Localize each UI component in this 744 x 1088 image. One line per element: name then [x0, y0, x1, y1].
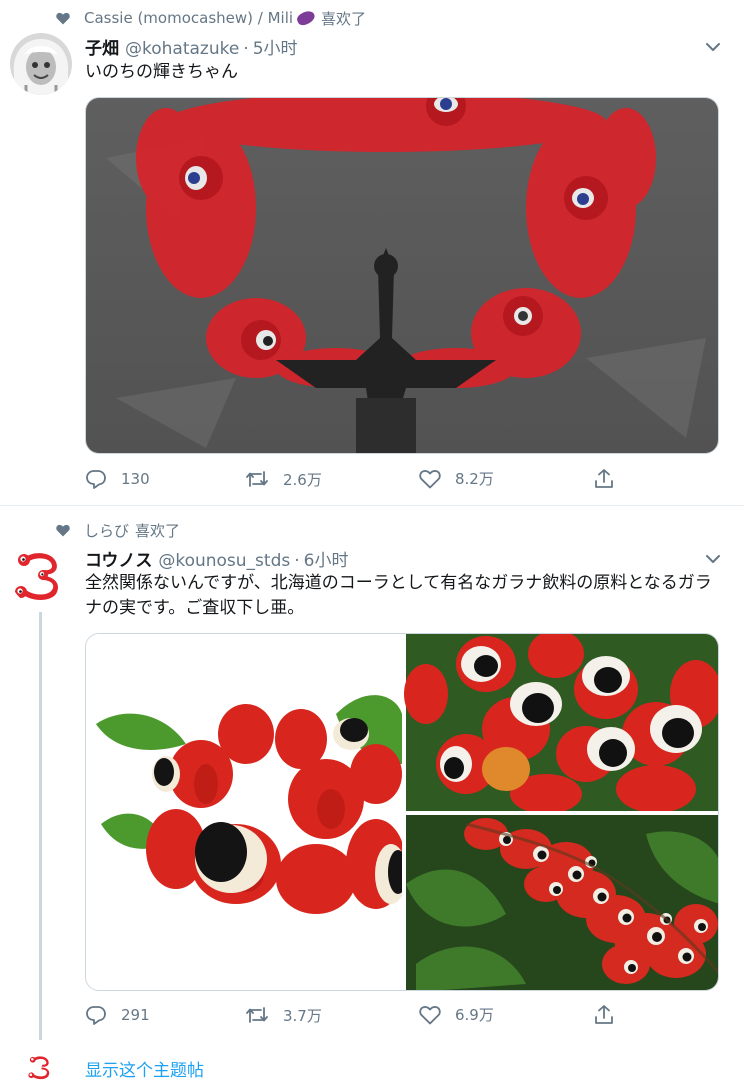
- liked-heart-icon: [56, 523, 70, 537]
- reply-button[interactable]: 130: [85, 468, 150, 490]
- avatar[interactable]: [10, 33, 72, 95]
- share-icon: [595, 469, 613, 488]
- guarana-photo-3: [406, 815, 718, 990]
- retweet-button[interactable]: 2.6万: [245, 468, 322, 490]
- tweet[interactable]: Cassie (momocashew) / Mili 喜欢了 子畑 @kohat…: [0, 0, 744, 506]
- social-context: しらび 喜欢了: [56, 520, 180, 540]
- reply-button[interactable]: 291: [85, 1004, 150, 1026]
- chevron-down-icon[interactable]: [704, 38, 722, 56]
- artwork-image: [86, 98, 718, 453]
- retweet-count: 3.7万: [283, 1006, 322, 1025]
- tweet-actions: 130 2.6万 8.2万: [85, 468, 645, 492]
- separator: ·: [243, 39, 249, 59]
- user-handle[interactable]: @kounosu_stds: [158, 551, 290, 571]
- timeline: Cassie (momocashew) / Mili 喜欢了 子畑 @kohat…: [0, 0, 744, 1088]
- tweet-header: 子畑 @kohatazuke · 5小时: [85, 34, 298, 59]
- share-button[interactable]: [593, 468, 629, 490]
- guarana-photo-1: [86, 634, 408, 990]
- retweet-icon: [246, 471, 268, 487]
- mini-avatar: [26, 1052, 56, 1082]
- heart-icon: [419, 1005, 441, 1024]
- like-count: 6.9万: [455, 1006, 494, 1024]
- tweet-text: いのちの輝きちゃん: [85, 62, 238, 82]
- chevron-down-icon[interactable]: [704, 550, 722, 568]
- photo-grid: [86, 634, 718, 990]
- show-thread-link[interactable]: 显示这个主题帖: [0, 1046, 744, 1088]
- liked-by-name[interactable]: しらび: [84, 520, 129, 541]
- retweet-icon: [246, 1007, 268, 1023]
- separator: ·: [294, 551, 300, 571]
- reply-icon: [86, 1006, 106, 1025]
- retweet-count: 2.6万: [283, 470, 322, 489]
- tweet-text: 全然関係ないんですが、北海道のコーラとして有名なガラナ飲料の原料となるガラナの実…: [85, 573, 712, 618]
- liked-by-name[interactable]: Cassie (momocashew) / Mili: [84, 9, 293, 27]
- user-handle[interactable]: @kohatazuke: [125, 39, 239, 59]
- like-button[interactable]: 6.9万: [419, 1004, 494, 1025]
- tweet-media[interactable]: [85, 97, 719, 454]
- share-icon: [595, 1005, 613, 1024]
- heart-icon: [419, 469, 441, 488]
- show-thread-label[interactable]: 显示这个主题帖: [85, 1056, 204, 1081]
- display-name[interactable]: 子畑: [85, 34, 119, 59]
- guarana-photo-2: [404, 634, 718, 814]
- share-button[interactable]: [593, 1004, 629, 1026]
- reply-count: 291: [121, 1006, 150, 1024]
- retweet-button[interactable]: 3.7万: [245, 1004, 322, 1026]
- eggplant-emoji-icon: [295, 8, 317, 28]
- liked-label: 喜欢了: [135, 521, 181, 540]
- social-context: Cassie (momocashew) / Mili 喜欢了: [56, 8, 366, 28]
- tweet-header: コウノス @kounosu_stds · 6小时: [85, 546, 348, 571]
- tweet-actions: 291 3.7万 6.9万: [85, 1004, 645, 1028]
- reply-icon: [86, 470, 106, 489]
- liked-label: 喜欢了: [321, 9, 367, 28]
- avatar[interactable]: [10, 544, 72, 606]
- like-count: 8.2万: [455, 470, 494, 488]
- like-button[interactable]: 8.2万: [419, 468, 494, 489]
- liked-heart-icon: [56, 11, 70, 25]
- reply-count: 130: [121, 470, 150, 488]
- display-name[interactable]: コウノス: [85, 546, 152, 571]
- thread-line: [39, 612, 42, 1040]
- tweet-time[interactable]: 6小时: [304, 546, 349, 571]
- tweet[interactable]: しらび 喜欢了 コウノス @kounosu_stds · 6小时 全然関係ないん…: [0, 506, 744, 1088]
- tweet-time[interactable]: 5小时: [253, 34, 298, 59]
- tweet-media[interactable]: [85, 633, 719, 991]
